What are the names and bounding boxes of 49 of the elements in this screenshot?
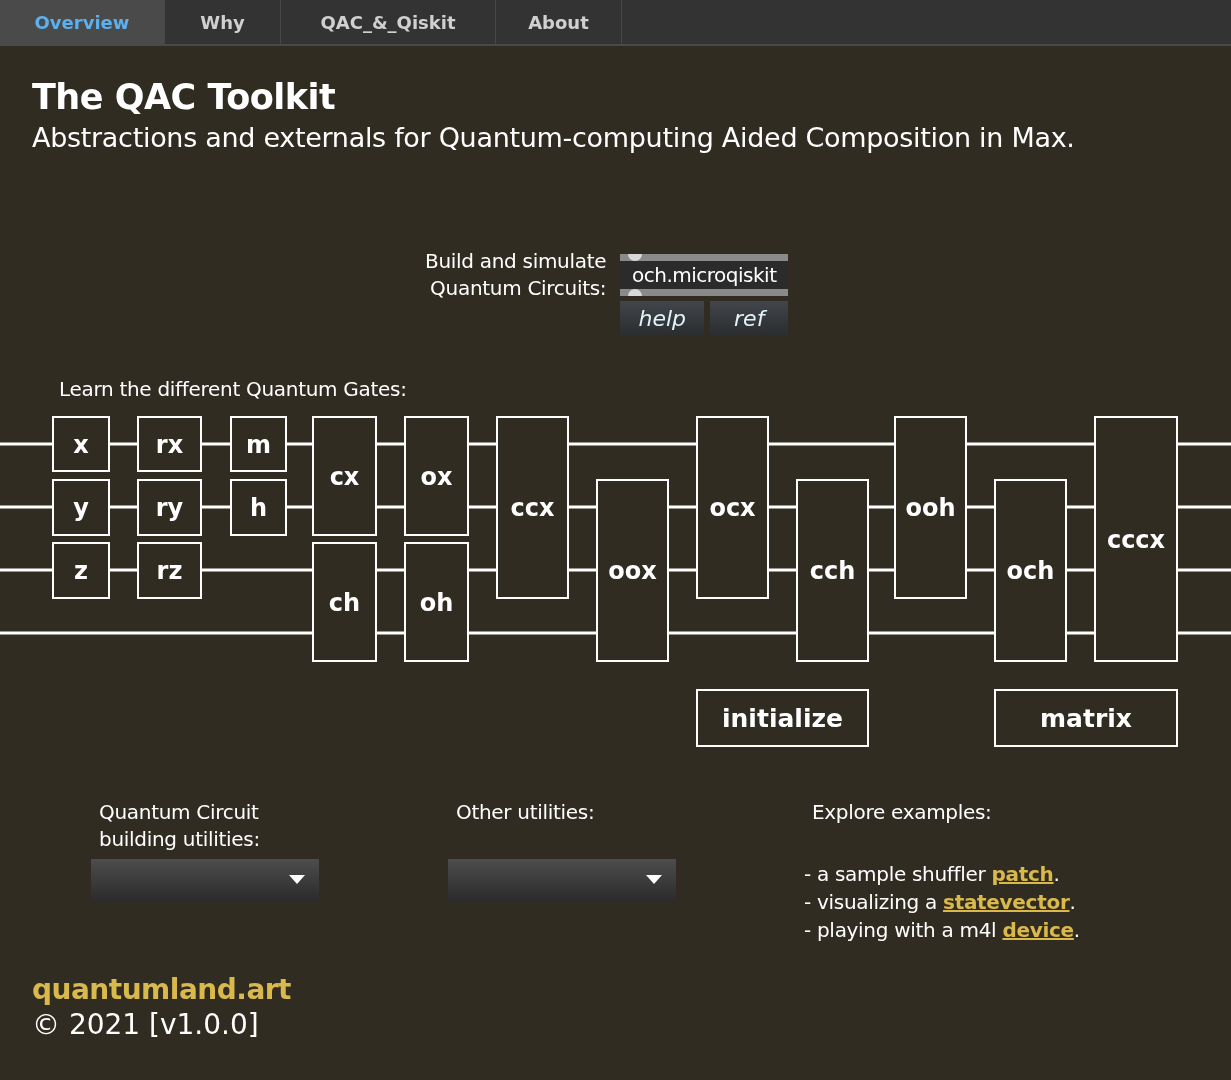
gate-button[interactable]: oox [596, 479, 669, 662]
gate-button[interactable]: h [230, 479, 287, 536]
example-item: - playing with a m4l device. [804, 917, 1080, 944]
gate-button[interactable]: rx [137, 416, 202, 472]
gate-button[interactable]: ooh [894, 416, 967, 599]
gate-button[interactable]: ocx [696, 416, 769, 599]
object-button[interactable]: och.microqiskit [620, 254, 789, 296]
example-link[interactable]: patch [991, 862, 1054, 886]
inlet-icon [628, 254, 643, 261]
gate-button[interactable]: initialize [696, 689, 869, 747]
nav-tab[interactable]: Why [165, 0, 281, 44]
site-link[interactable]: quantumland.art [32, 973, 291, 1007]
gate-button[interactable]: y [52, 479, 110, 536]
gate-button[interactable]: ox [404, 416, 469, 536]
gate-button[interactable]: cch [796, 479, 869, 662]
example-link[interactable]: device [1002, 918, 1074, 942]
gate-button[interactable]: x [52, 416, 110, 472]
nav-tab[interactable]: About [496, 0, 622, 44]
example-link[interactable]: statevector [943, 890, 1070, 914]
gate-button[interactable]: matrix [994, 689, 1178, 747]
gate-button[interactable]: rz [137, 542, 202, 599]
example-item: - a sample shuffler patch. [804, 861, 1061, 888]
gate-button[interactable]: och [994, 479, 1067, 662]
page-title: The QAC Toolkit [32, 76, 337, 118]
gate-button[interactable]: ccx [496, 416, 569, 599]
caret-icon [289, 875, 305, 884]
dropdown[interactable] [91, 859, 319, 901]
utilities-label: Quantum Circuit building utilities: [99, 799, 260, 853]
examples-heading: Explore examples: [812, 799, 992, 826]
utilities-label: Other utilities: [456, 799, 595, 826]
help-button[interactable]: help [620, 301, 705, 336]
nav-tab[interactable]: Overview [0, 0, 165, 44]
page-subtitle: Abstractions and externals for Quantum-computing Aided Composition in Max. [32, 121, 1076, 155]
gate-button[interactable]: cx [312, 416, 377, 536]
example-item: - visualizing a statevector. [804, 889, 1077, 916]
caret-icon [646, 875, 662, 884]
dropdown[interactable] [448, 859, 676, 901]
reference-button[interactable]: ref [710, 301, 789, 336]
copyright-text: © 2021 [v1.0.0] [32, 1007, 259, 1043]
gate-button[interactable]: z [52, 542, 110, 599]
gate-button[interactable]: oh [404, 542, 469, 662]
gate-button[interactable]: ry [137, 479, 202, 536]
builder-label: Build and simulate Quantum Circuits: [425, 248, 607, 302]
section-heading: Learn the different Quantum Gates: [59, 376, 407, 402]
outlet-icon [628, 289, 643, 296]
gate-button[interactable]: cccx [1094, 416, 1178, 662]
gate-button[interactable]: ch [312, 542, 377, 662]
gate-button[interactable]: m [230, 416, 287, 472]
nav-tab[interactable]: QAC_&_Qiskit [281, 0, 496, 44]
